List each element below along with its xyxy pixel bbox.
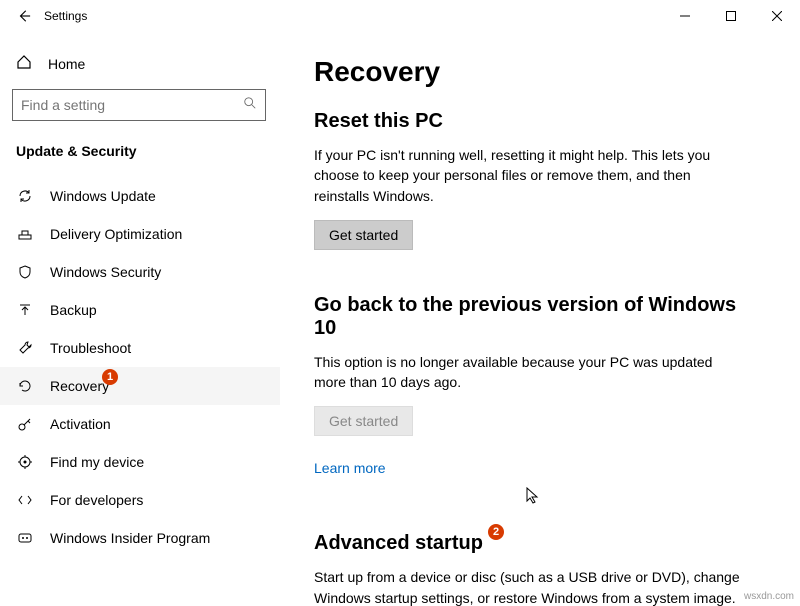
home-label: Home (48, 56, 85, 72)
search-icon (243, 96, 257, 115)
maximize-button[interactable] (708, 0, 754, 32)
go-back-description: This option is no longer available becau… (314, 352, 744, 393)
sidebar-item-label: Delivery Optimization (50, 226, 182, 242)
sidebar-item-find-my-device[interactable]: Find my device (0, 443, 280, 481)
search-box[interactable] (12, 89, 266, 121)
sidebar-item-troubleshoot[interactable]: Troubleshoot (0, 329, 280, 367)
reset-heading: Reset this PC (314, 110, 746, 133)
sidebar-item-activation[interactable]: Activation (0, 405, 280, 443)
close-icon (772, 11, 782, 21)
window-title: Settings (44, 9, 87, 23)
home-icon (16, 54, 32, 73)
sidebar-item-label: Windows Update (50, 188, 156, 204)
delivery-icon (16, 225, 34, 243)
page-title: Recovery (314, 56, 746, 88)
sidebar-item-label: Backup (50, 302, 97, 318)
minimize-icon (680, 11, 690, 21)
sync-icon (16, 187, 34, 205)
sidebar-item-label: For developers (50, 492, 143, 508)
watermark: wsxdn.com (744, 591, 794, 602)
sidebar-item-label: Windows Insider Program (50, 530, 210, 546)
go-back-heading: Go back to the previous version of Windo… (314, 294, 746, 340)
sidebar-item-windows-update[interactable]: Windows Update (0, 177, 280, 215)
sidebar-item-label: Recovery (50, 378, 109, 394)
arrow-left-icon (17, 9, 31, 23)
sidebar-item-label: Find my device (50, 454, 144, 470)
close-button[interactable] (754, 0, 800, 32)
sidebar-item-windows-security[interactable]: Windows Security (0, 253, 280, 291)
sidebar: Home Update & Security Windows Update De… (0, 32, 280, 606)
content-area: Recovery Reset this PC If your PC isn't … (280, 32, 800, 606)
sidebar-item-for-developers[interactable]: For developers (0, 481, 280, 519)
sidebar-item-recovery[interactable]: Recovery 1 (0, 367, 280, 405)
location-icon (16, 453, 34, 471)
sidebar-item-label: Windows Security (50, 264, 161, 280)
minimize-button[interactable] (662, 0, 708, 32)
annotation-badge-2: 2 (488, 524, 504, 540)
sidebar-item-label: Activation (50, 416, 111, 432)
go-back-get-started-button: Get started (314, 406, 413, 436)
insider-icon (16, 529, 34, 547)
sidebar-item-backup[interactable]: Backup (0, 291, 280, 329)
reset-description: If your PC isn't running well, resetting… (314, 145, 744, 206)
advanced-heading: Advanced startup (314, 532, 483, 555)
annotation-badge-1: 1 (102, 369, 118, 385)
sidebar-item-windows-insider[interactable]: Windows Insider Program (0, 519, 280, 557)
sidebar-item-label: Troubleshoot (50, 340, 131, 356)
key-icon (16, 415, 34, 433)
section-reset-pc: Reset this PC If your PC isn't running w… (314, 110, 746, 250)
shield-icon (16, 263, 34, 281)
back-button[interactable] (8, 9, 40, 23)
section-advanced-startup: Advanced startup 2 Start up from a devic… (314, 522, 746, 606)
wrench-icon (16, 339, 34, 357)
section-go-back: Go back to the previous version of Windo… (314, 294, 746, 479)
search-input[interactable] (21, 97, 221, 113)
recovery-icon (16, 377, 34, 395)
advanced-description: Start up from a device or disc (such as … (314, 567, 744, 606)
window-controls (662, 0, 800, 32)
backup-icon (16, 301, 34, 319)
learn-more-link[interactable]: Learn more (314, 460, 386, 476)
sidebar-section-header: Update & Security (0, 129, 280, 177)
maximize-icon (726, 11, 736, 21)
reset-get-started-button[interactable]: Get started (314, 220, 413, 250)
code-icon (16, 491, 34, 509)
home-nav[interactable]: Home (0, 46, 280, 81)
sidebar-item-delivery-optimization[interactable]: Delivery Optimization (0, 215, 280, 253)
